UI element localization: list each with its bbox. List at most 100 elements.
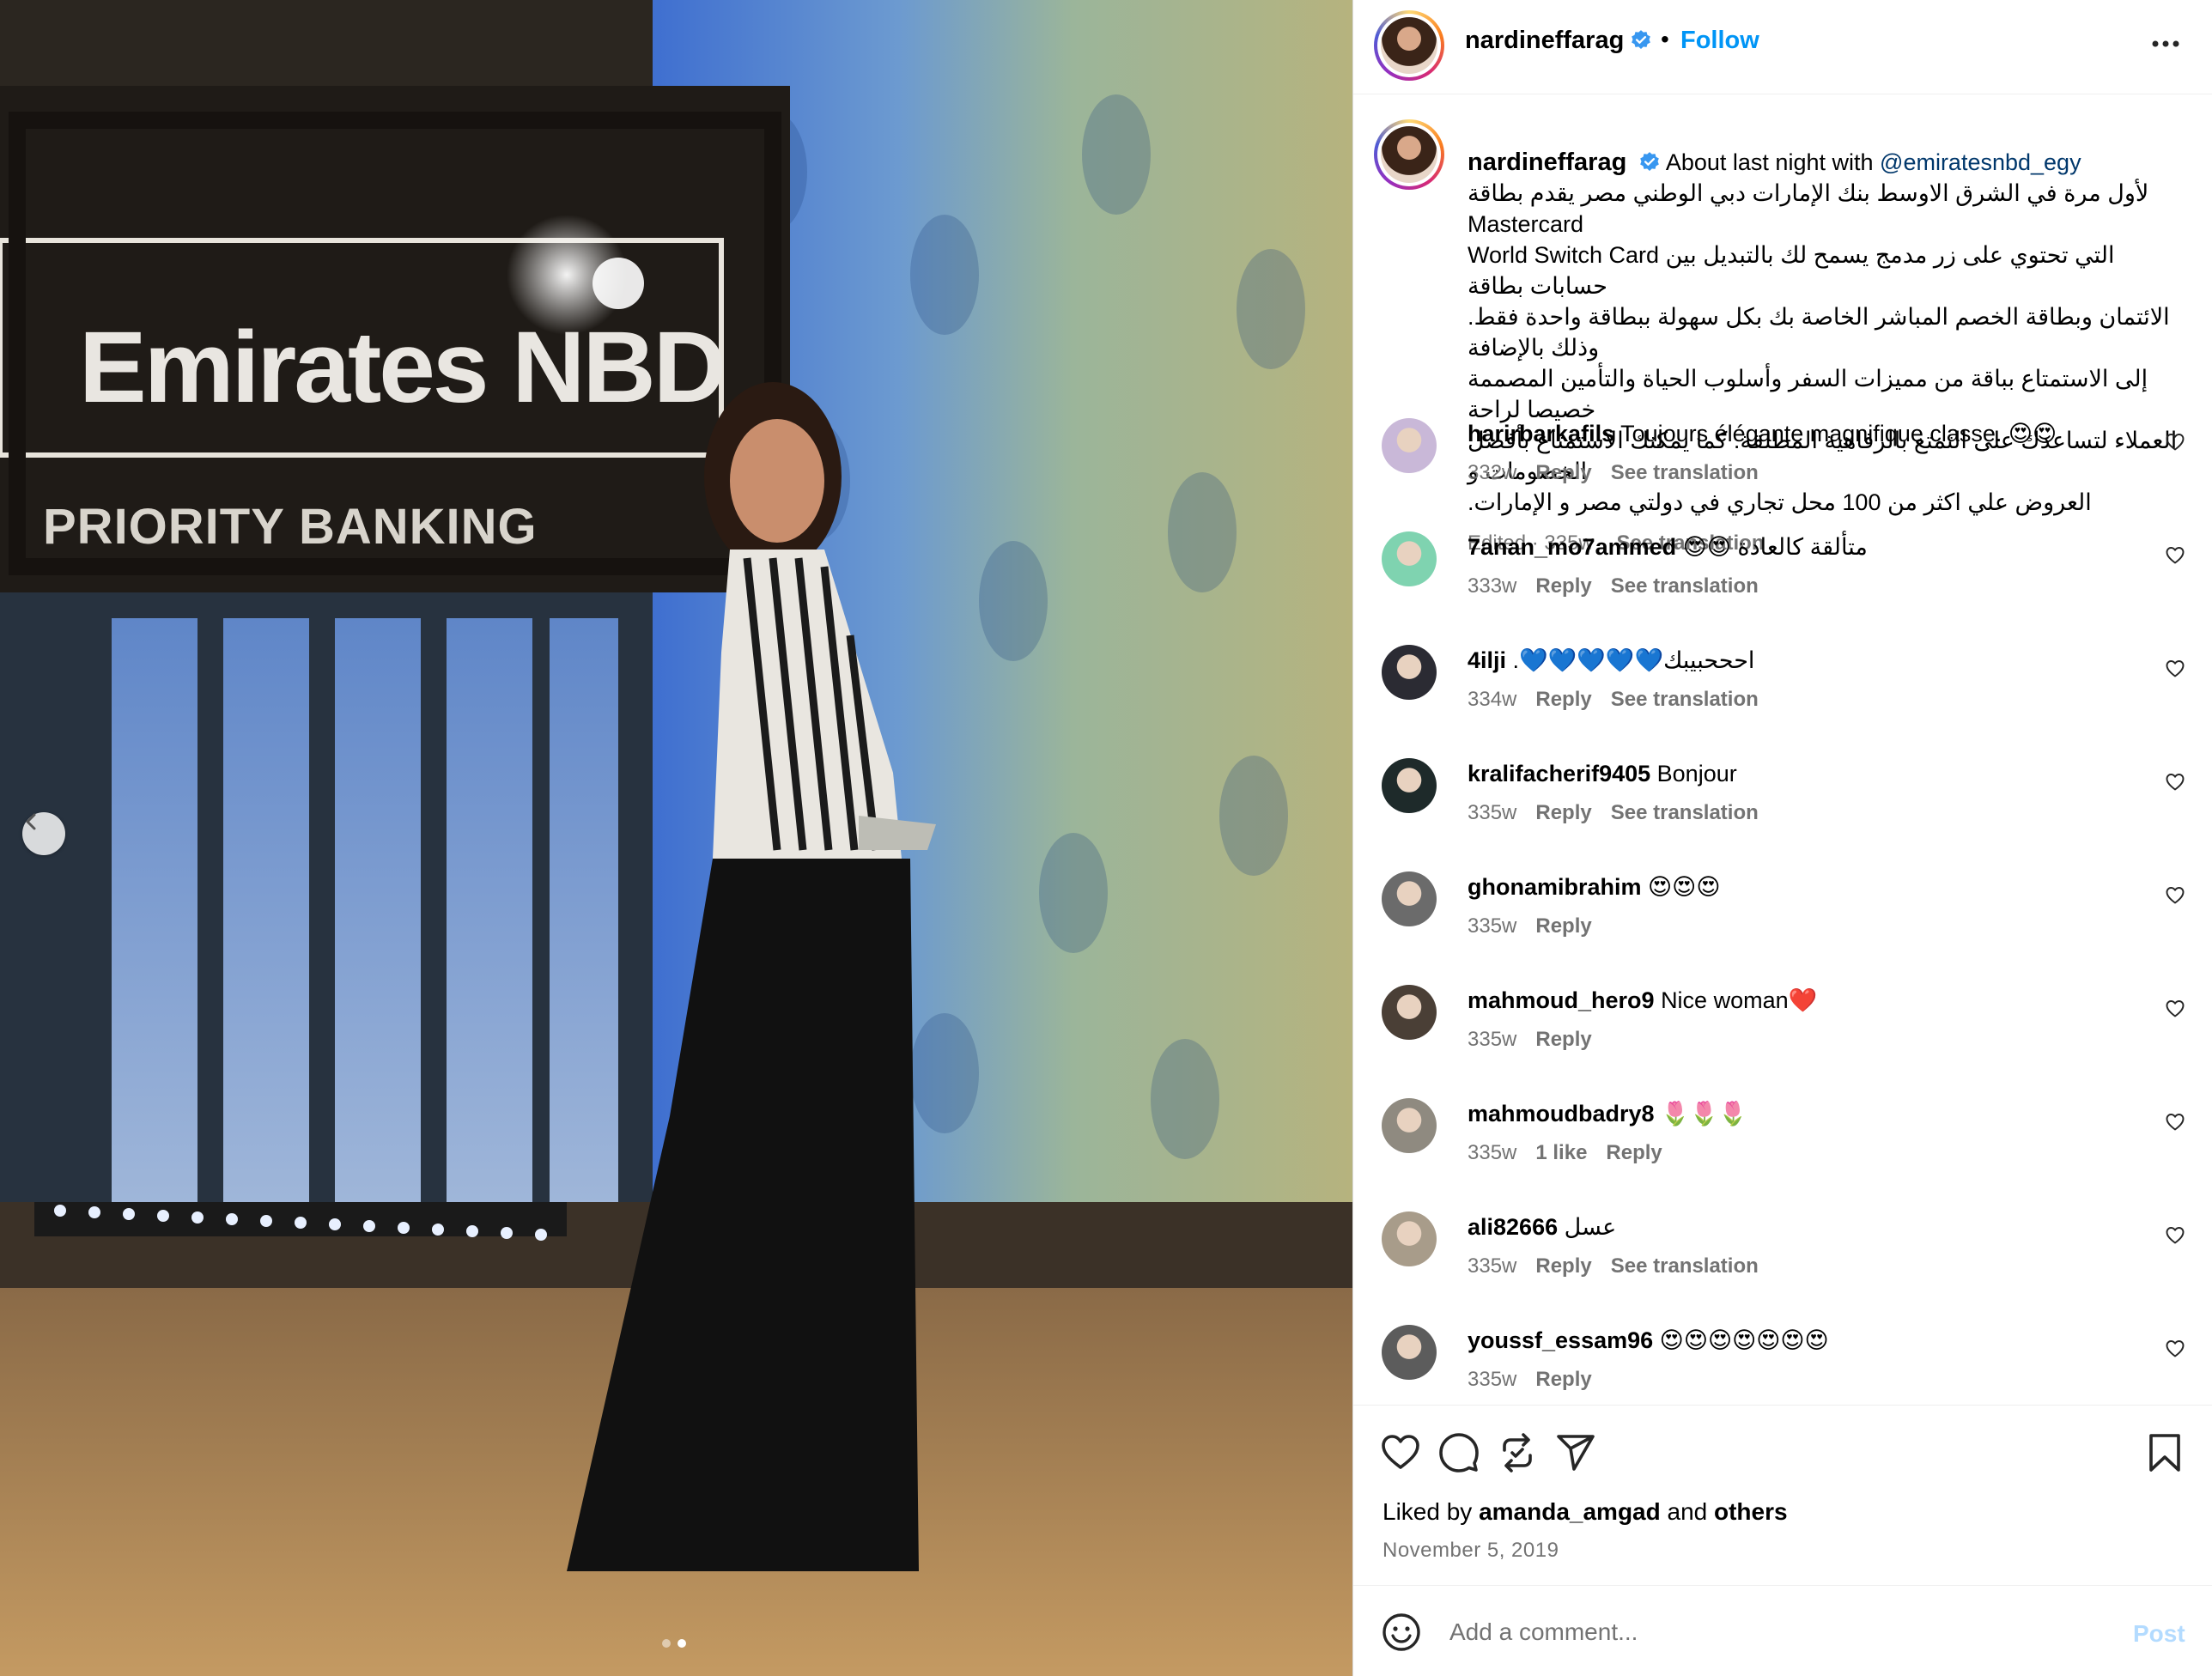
comment-time[interactable]: 335w [1468, 914, 1516, 938]
comment-row: youssf_essam96 😍😍😍😍😍😍😍 335w Reply [1353, 1325, 2212, 1405]
commenter-avatar[interactable] [1382, 871, 1437, 926]
comment-like-heart-icon[interactable] [2165, 545, 2185, 566]
comment-body: عسل [1564, 1214, 1617, 1240]
caption-intro: About last night with [1665, 149, 1874, 175]
comment-meta: 335w Reply [1468, 1368, 1611, 1392]
carousel-dot-active [678, 1639, 686, 1648]
comment-time[interactable]: 333w [1468, 574, 1516, 598]
liked-and: and [1667, 1498, 1708, 1525]
commenter-avatar[interactable] [1382, 1098, 1437, 1153]
comment-reply-button[interactable]: Reply [1535, 801, 1591, 824]
comment-reply-button[interactable]: Reply [1535, 461, 1591, 484]
comment-like-heart-icon[interactable] [2165, 1112, 2185, 1133]
caption-username[interactable]: nardineffarag [1468, 149, 1626, 176]
comment-time[interactable]: 334w [1468, 688, 1516, 711]
sign-subtitle: PRIORITY BANKING [43, 499, 538, 555]
more-options-icon[interactable] [2148, 31, 2183, 57]
commenter-avatar[interactable] [1382, 1211, 1437, 1266]
commenter-username[interactable]: harirbarkafils [1468, 421, 1614, 446]
comment-like-heart-icon[interactable] [2165, 999, 2185, 1019]
commenter-username[interactable]: mahmoud_hero9 [1468, 987, 1655, 1013]
post-date[interactable]: November 5, 2019 [1382, 1539, 1559, 1563]
comment-reply-button[interactable]: Reply [1606, 1141, 1662, 1164]
comment-like-heart-icon[interactable] [2165, 659, 2185, 679]
caption-mention-link[interactable]: @emiratesnbd_egy [1880, 149, 2081, 175]
post-header: nardineffarag • Follow [1353, 0, 2212, 94]
comment-reply-button[interactable]: Reply [1535, 574, 1591, 598]
commenter-username[interactable]: kralifacherif9405 [1468, 761, 1650, 786]
comment-like-heart-icon[interactable] [2165, 432, 2185, 452]
comment-see-translation-button[interactable]: See translation [1611, 574, 1759, 598]
repost-icon[interactable] [1496, 1431, 1539, 1474]
comment-see-translation-button[interactable]: See translation [1611, 1254, 1759, 1278]
liked-others-link[interactable]: others [1714, 1498, 1788, 1525]
header-separator: • [1661, 26, 1669, 52]
verified-badge-icon [1640, 152, 1659, 171]
comment-text-line: youssf_essam96 😍😍😍😍😍😍😍 [1468, 1325, 2137, 1356]
post-photo[interactable]: Emirates NBD PRIORITY BANKING [0, 0, 1352, 1676]
commenter-avatar[interactable] [1382, 531, 1437, 586]
commenter-avatar[interactable] [1382, 758, 1437, 813]
comment-row: kralifacherif9405 Bonjour 335w Reply See tr… [1353, 758, 2212, 871]
emoji-picker-icon[interactable] [1380, 1611, 1423, 1654]
comment-text-line: mahmoudbadry8 🌷🌷🌷 [1468, 1098, 2137, 1129]
comment-like-heart-icon[interactable] [2165, 1225, 2185, 1246]
comment-text-line: ghonamibrahim 😍😍😍 [1468, 871, 2137, 902]
add-comment-input[interactable] [1449, 1610, 2102, 1655]
comment-icon[interactable] [1437, 1431, 1480, 1474]
commenter-username[interactable]: youssf_essam96 [1468, 1327, 1653, 1353]
commenter-username[interactable]: ghonamibrahim [1468, 874, 1642, 900]
comment-reply-button[interactable]: Reply [1535, 914, 1591, 938]
comment-like-heart-icon[interactable] [2165, 772, 2185, 792]
commenter-username[interactable]: ali82666 [1468, 1214, 1558, 1240]
comment-see-translation-button[interactable]: See translation [1611, 688, 1759, 711]
commenter-avatar[interactable] [1382, 645, 1437, 700]
comment-time[interactable]: 335w [1468, 1028, 1516, 1051]
liked-prefix: Liked by [1382, 1498, 1473, 1525]
commenter-username[interactable]: mahmoudbadry8 [1468, 1101, 1655, 1126]
comment-reply-button[interactable]: Reply [1535, 1368, 1591, 1391]
comment-time[interactable]: 332w [1468, 461, 1516, 484]
comment-text-line: 7anan_mo7ammed 😍😍 متألقة كالعادة [1468, 531, 2137, 562]
comment-meta: 334w Reply See translation [1468, 688, 1778, 712]
post-actions: Liked by amanda_amgad and others Novembe… [1353, 1405, 2212, 1576]
comment-reply-button[interactable]: Reply [1535, 1028, 1591, 1051]
comment-time[interactable]: 335w [1468, 801, 1516, 824]
comment-likes-count[interactable]: 1 like [1535, 1141, 1587, 1164]
caption-line-4: إلى الاستمتاع بباقة من مميزات السفر وأسل… [1468, 366, 2148, 422]
save-bookmark-icon[interactable] [2143, 1431, 2186, 1474]
comment-row: mahmoud_hero9 Nice woman❤️ 335w Reply [1353, 985, 2212, 1098]
instagram-post-view: Emirates NBD PRIORITY BANKING nardineffa… [0, 0, 2212, 1676]
commenter-avatar[interactable] [1382, 418, 1437, 473]
comment-reply-button[interactable]: Reply [1535, 688, 1591, 711]
post-comment-button[interactable]: Post [2133, 1620, 2185, 1648]
comment-time[interactable]: 335w [1468, 1254, 1516, 1278]
commenter-username[interactable]: 4ilji [1468, 647, 1506, 673]
author-username[interactable]: nardineffarag [1465, 27, 1624, 55]
chevron-left-icon [26, 813, 36, 830]
carousel-previous-button[interactable] [22, 812, 65, 855]
comment-time[interactable]: 335w [1468, 1368, 1516, 1391]
liked-by-user-link[interactable]: amanda_amgad [1479, 1498, 1661, 1525]
comments-scroll-area[interactable]: nardineffarag About last night with @emi… [1353, 95, 2212, 1405]
comment-reply-button[interactable]: Reply [1535, 1254, 1591, 1278]
commenter-avatar[interactable] [1382, 1325, 1437, 1380]
comment-see-translation-button[interactable]: See translation [1611, 461, 1759, 484]
author-avatar[interactable] [1374, 10, 1444, 81]
follow-button[interactable]: Follow [1680, 27, 1759, 55]
comment-body: Bonjour [1656, 761, 1737, 786]
commenter-username[interactable]: 7anan_mo7ammed [1468, 534, 1676, 560]
sign-title: Emirates NBD [79, 311, 726, 424]
comment-like-heart-icon[interactable] [2165, 1339, 2185, 1359]
share-send-icon[interactable] [1554, 1431, 1597, 1474]
commenter-avatar[interactable] [1382, 985, 1437, 1040]
caption-author-avatar[interactable] [1374, 119, 1444, 190]
comment-body: 😍😍😍 [1648, 874, 1721, 900]
like-heart-icon[interactable] [1379, 1431, 1422, 1474]
comment-body: 😍😍 متألقة كالعادة [1682, 534, 1868, 560]
caption-first-line: nardineffarag About last night with @emi… [1468, 147, 2189, 178]
comment-like-heart-icon[interactable] [2165, 885, 2185, 906]
liked-by-line: Liked by amanda_amgad and others [1382, 1498, 1788, 1526]
comment-time[interactable]: 335w [1468, 1141, 1516, 1164]
comment-see-translation-button[interactable]: See translation [1611, 801, 1759, 824]
